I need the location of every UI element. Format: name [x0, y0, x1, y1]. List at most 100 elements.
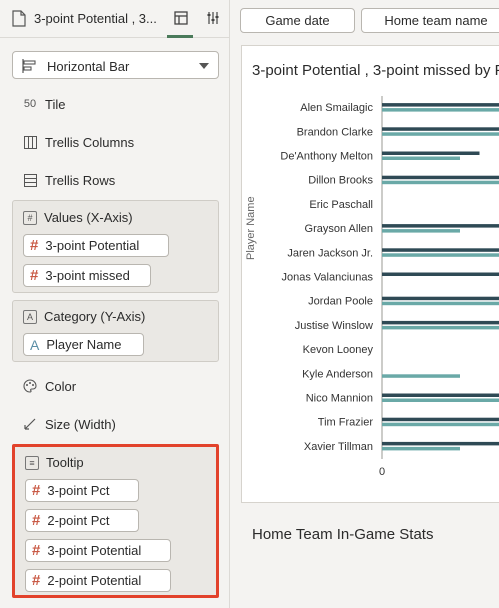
category-tick-label: Jonas Valanciunas	[281, 272, 373, 284]
layout-grid-icon[interactable]	[169, 6, 193, 30]
trellis-columns-icon	[22, 134, 38, 150]
hash-box-icon: #	[23, 210, 37, 225]
category-tick-label: Eric Paschall	[309, 199, 373, 211]
category-y-axis-label: Category (Y-Axis)	[44, 309, 146, 324]
tooltip-pill-2-point-potential[interactable]: # 2-point Potential	[25, 569, 171, 592]
trellis-columns-label: Trellis Columns	[45, 134, 135, 150]
bar-series-1	[382, 248, 499, 252]
bar-series-2	[382, 253, 499, 257]
pill-label: 2-point Pct	[47, 513, 110, 528]
palette-icon	[22, 378, 38, 394]
bar-series-2	[382, 229, 460, 233]
measure-icon: #	[30, 267, 39, 284]
filter-game-date[interactable]: Game date	[240, 8, 355, 33]
bar-series-1	[382, 320, 499, 325]
visualization-canvas[interactable]: 3-point Potential , 3-point missed by P …	[241, 45, 499, 503]
bar-series-2	[382, 180, 499, 185]
tooltip-pill-3-point-potential[interactable]: # 3-point Potential	[25, 539, 171, 562]
x-tick-label: 0	[379, 466, 385, 478]
canvas-area: Game date Home team name 3-point Potenti…	[231, 0, 499, 608]
category-tick-label: Jaren Jackson Jr.	[287, 247, 373, 259]
category-y-axis-box[interactable]: A Category (Y-Axis) A Player Name	[12, 300, 219, 362]
measure-icon: #	[32, 572, 41, 589]
pill-label: 3-point Potential	[45, 238, 140, 253]
bar-series-2	[382, 301, 499, 306]
bar-series-2	[382, 374, 460, 378]
bar-series-2	[382, 325, 499, 330]
filter-home-team-name[interactable]: Home team name	[361, 8, 499, 33]
bar-series-1	[382, 417, 499, 422]
tooltip-pill-2-point-pct[interactable]: # 2-point Pct	[25, 509, 139, 532]
trellis-rows-label: Trellis Rows	[45, 172, 116, 188]
size-icon	[22, 416, 38, 432]
active-tab-indicator	[167, 35, 193, 38]
category-tick-label: Brandon Clarke	[297, 126, 373, 138]
category-tick-label: Nico Mannion	[306, 393, 373, 405]
size-drop-target[interactable]: Size (Width)	[22, 414, 116, 434]
measure-icon: #	[32, 542, 41, 559]
document-icon	[12, 10, 26, 27]
value-pill-3-point-potential[interactable]: # 3-point Potential	[23, 234, 169, 257]
bar-series-1	[382, 441, 499, 446]
category-tick-label: Justise Winslow	[295, 320, 373, 332]
bar-series-1	[382, 151, 480, 155]
bar-chart[interactable]: Alen Smailagic Brandon Clarke De'Anthony M…	[242, 46, 499, 504]
bar-series-1	[382, 175, 499, 180]
grammar-panel: 3-point Potential , 3... Horizontal Bar …	[0, 0, 230, 608]
values-x-axis-label: Values (X-Axis)	[44, 210, 133, 225]
visualization-title[interactable]: 3-point Potential , 3...	[34, 11, 157, 26]
text-attribute-box-icon: A	[23, 309, 37, 324]
horizontal-bar-chart-icon	[22, 59, 36, 73]
tooltip-pill-3-point-pct[interactable]: # 3-point Pct	[25, 479, 139, 502]
bar-series-2	[382, 446, 460, 451]
category-tick-label: De'Anthony Melton	[280, 151, 373, 163]
category-tick-label: Jordan Poole	[308, 296, 373, 308]
chart-type-value: Horizontal Bar	[47, 59, 130, 74]
pill-label: Player Name	[46, 337, 122, 352]
tile-drop-target[interactable]: 50 Tile	[22, 94, 66, 114]
category-tick-label: Kyle Anderson	[302, 368, 373, 380]
tile-icon: 50	[23, 98, 37, 110]
color-label: Color	[45, 378, 77, 394]
section-title-home-team-stats: Home Team In-Game Stats	[252, 526, 434, 543]
category-tick-label: Grayson Allen	[305, 223, 373, 235]
category-tick-label: Tim Frazier	[318, 417, 374, 429]
bar-series-1	[382, 272, 499, 276]
tooltip-list-icon: ≡	[25, 455, 39, 470]
category-tick-label: Dillon Brooks	[308, 175, 373, 187]
tile-label: Tile	[45, 96, 66, 112]
bar-series-2	[382, 132, 499, 136]
category-pill-player-name[interactable]: A Player Name	[23, 333, 144, 356]
trellis-rows-drop-target[interactable]: Trellis Rows	[22, 170, 115, 190]
bar-series-1	[382, 127, 499, 131]
category-tick-label: Alen Smailagic	[300, 102, 373, 114]
bar-series-1	[382, 393, 499, 397]
bar-series-1	[382, 296, 499, 301]
bar-series-2	[382, 108, 499, 112]
attribute-icon: A	[30, 336, 40, 353]
chevron-down-icon	[199, 63, 209, 69]
bar-series-1	[382, 224, 499, 228]
sliders-icon[interactable]	[201, 6, 225, 30]
category-tick-label: Xavier Tillman	[304, 441, 373, 453]
tooltip-label: Tooltip	[46, 455, 84, 470]
bar-series-1	[382, 103, 499, 107]
chart-type-select[interactable]: Horizontal Bar	[12, 51, 219, 79]
measure-icon: #	[32, 482, 41, 499]
pill-label: 3-point Potential	[47, 543, 142, 558]
pill-label: 2-point Potential	[47, 573, 142, 588]
size-label: Size (Width)	[45, 416, 116, 432]
pill-label: 3-point missed	[45, 268, 130, 283]
color-drop-target[interactable]: Color	[22, 376, 76, 396]
category-tick-label: Kevon Looney	[303, 344, 374, 356]
bar-series-2	[382, 422, 499, 427]
bar-series-2	[382, 398, 499, 402]
trellis-rows-icon	[22, 172, 38, 188]
tooltip-box-highlighted[interactable]: ≡ Tooltip # 3-point Pct # 2-point Pct # …	[12, 444, 219, 598]
values-x-axis-box[interactable]: # Values (X-Axis) # 3-point Potential # …	[12, 200, 219, 293]
measure-icon: #	[30, 237, 39, 254]
value-pill-3-point-missed[interactable]: # 3-point missed	[23, 264, 151, 287]
measure-icon: #	[32, 512, 41, 529]
trellis-columns-drop-target[interactable]: Trellis Columns	[22, 132, 134, 152]
bar-series-2	[382, 156, 460, 160]
